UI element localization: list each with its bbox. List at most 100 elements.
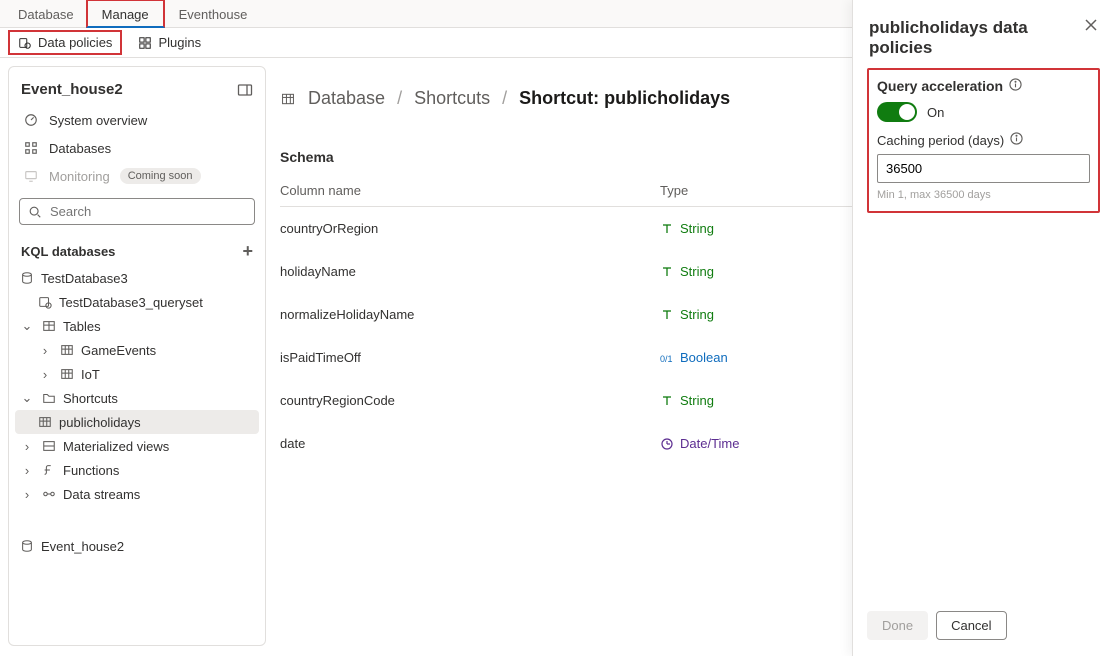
sidebar-item-label: Monitoring bbox=[49, 169, 110, 184]
tree-node-eventhouse[interactable]: Event_house2 bbox=[15, 534, 259, 558]
cancel-button[interactable]: Cancel bbox=[936, 611, 1006, 640]
tree-node-label: Data streams bbox=[63, 487, 140, 502]
type-label: String bbox=[680, 393, 714, 408]
queryset-icon bbox=[37, 294, 53, 310]
matview-icon bbox=[41, 438, 57, 454]
toggle-state-label: On bbox=[927, 105, 944, 120]
schema-column-name: countryOrRegion bbox=[280, 221, 660, 236]
chevron-down-icon: ⌄ bbox=[19, 318, 35, 334]
databases-icon bbox=[23, 140, 39, 156]
schema-column-name: countryRegionCode bbox=[280, 393, 660, 408]
query-acceleration-label: Query acceleration bbox=[877, 78, 1003, 94]
panel-title: publicholidays data policies bbox=[869, 18, 1084, 58]
tree-node-datastreams[interactable]: › Data streams bbox=[15, 482, 259, 506]
tree-node-label: Shortcuts bbox=[63, 391, 118, 406]
schema-column-name: holidayName bbox=[280, 264, 660, 279]
sidebar-item-monitoring: Monitoring Coming soon bbox=[15, 162, 259, 190]
type-label: Date/Time bbox=[680, 436, 739, 451]
sidebar-item-databases[interactable]: Databases bbox=[15, 134, 259, 162]
search-icon bbox=[28, 205, 42, 219]
type-label: String bbox=[680, 264, 714, 279]
tree-node-label: TestDatabase3 bbox=[41, 271, 128, 286]
sidebar-title: Event_house2 bbox=[21, 81, 123, 98]
tab-manage[interactable]: Manage bbox=[86, 0, 165, 28]
plugins-icon bbox=[138, 36, 152, 50]
datastream-icon bbox=[41, 486, 57, 502]
tab-eventhouse[interactable]: Eventhouse bbox=[165, 1, 262, 26]
schema-column-type: String bbox=[660, 221, 714, 236]
plugins-button[interactable]: Plugins bbox=[130, 32, 209, 53]
chevron-right-icon: › bbox=[19, 463, 35, 478]
kql-databases-heading: KQL databases bbox=[21, 244, 115, 259]
search-input[interactable] bbox=[19, 198, 255, 225]
text-type-icon bbox=[660, 222, 674, 236]
type-label: String bbox=[680, 307, 714, 322]
add-database-button[interactable]: + bbox=[242, 241, 253, 262]
schema-column-type: String bbox=[660, 264, 714, 279]
monitoring-icon bbox=[23, 168, 39, 184]
tree-node-label: Functions bbox=[63, 463, 119, 478]
data-policies-button[interactable]: Data policies bbox=[8, 30, 122, 55]
tree-node-publicholidays[interactable]: publicholidays bbox=[15, 410, 259, 434]
eventhouse-icon bbox=[19, 538, 35, 554]
text-type-icon bbox=[660, 394, 674, 408]
type-label: String bbox=[680, 221, 714, 236]
breadcrumb-separator: / bbox=[502, 88, 507, 109]
search-field[interactable] bbox=[48, 203, 246, 220]
data-policies-label: Data policies bbox=[38, 35, 112, 50]
tree-node-gameevents[interactable]: › GameEvents bbox=[15, 338, 259, 362]
table-icon bbox=[59, 366, 75, 382]
schema-column-name: date bbox=[280, 436, 660, 451]
shortcut-folder-icon bbox=[41, 390, 57, 406]
breadcrumb-shortcuts[interactable]: Shortcuts bbox=[414, 88, 490, 109]
shortcut-table-icon bbox=[37, 414, 53, 430]
sidebar-item-label: Databases bbox=[49, 141, 111, 156]
tab-database[interactable]: Database bbox=[4, 1, 88, 26]
data-policies-panel: publicholidays data policies Query accel… bbox=[852, 0, 1114, 656]
breadcrumb-database[interactable]: Database bbox=[308, 88, 385, 109]
data-policies-icon bbox=[18, 36, 32, 50]
tree-node-database[interactable]: TestDatabase3 bbox=[15, 266, 259, 290]
close-icon[interactable] bbox=[1084, 18, 1098, 35]
breadcrumb-separator: / bbox=[397, 88, 402, 109]
caching-period-hint: Min 1, max 36500 days bbox=[877, 189, 1090, 201]
boolean-type-icon: 0/1 bbox=[660, 351, 674, 365]
type-label: Boolean bbox=[680, 350, 728, 365]
tree-node-shortcuts[interactable]: ⌄ Shortcuts bbox=[15, 386, 259, 410]
tree-node-label: Materialized views bbox=[63, 439, 169, 454]
tree-node-label: IoT bbox=[81, 367, 100, 382]
caching-period-label: Caching period (days) bbox=[877, 133, 1004, 148]
tree-node-label: Event_house2 bbox=[41, 539, 124, 554]
schema-column-type: String bbox=[660, 307, 714, 322]
svg-text:0/1: 0/1 bbox=[660, 354, 673, 364]
plugins-label: Plugins bbox=[158, 35, 201, 50]
tree-node-label: Tables bbox=[63, 319, 101, 334]
schema-column-type: 0/1 Boolean bbox=[660, 350, 728, 365]
sidebar-item-system-overview[interactable]: System overview bbox=[15, 106, 259, 134]
tree-node-iot[interactable]: › IoT bbox=[15, 362, 259, 386]
tree-node-label: publicholidays bbox=[59, 415, 141, 430]
text-type-icon bbox=[660, 308, 674, 322]
tables-icon bbox=[41, 318, 57, 334]
info-icon[interactable] bbox=[1009, 78, 1022, 94]
coming-soon-badge: Coming soon bbox=[120, 168, 201, 184]
table-icon bbox=[280, 91, 296, 107]
function-icon bbox=[41, 462, 57, 478]
tree-node-label: TestDatabase3_queryset bbox=[59, 295, 203, 310]
sidebar-item-label: System overview bbox=[49, 113, 147, 128]
chevron-right-icon: › bbox=[37, 367, 53, 382]
tree-node-tables[interactable]: ⌄ Tables bbox=[15, 314, 259, 338]
schema-column-name: normalizeHolidayName bbox=[280, 307, 660, 322]
schema-column-type: Date/Time bbox=[660, 436, 739, 451]
tree-node-queryset[interactable]: TestDatabase3_queryset bbox=[15, 290, 259, 314]
column-header-type: Type bbox=[660, 183, 688, 198]
query-acceleration-toggle[interactable] bbox=[877, 102, 917, 122]
tree-node-matviews[interactable]: › Materialized views bbox=[15, 434, 259, 458]
column-header-name: Column name bbox=[280, 183, 660, 198]
gauge-icon bbox=[23, 112, 39, 128]
expand-icon[interactable] bbox=[237, 82, 253, 98]
tree-node-functions[interactable]: › Functions bbox=[15, 458, 259, 482]
caching-period-input[interactable] bbox=[877, 154, 1090, 183]
info-icon[interactable] bbox=[1010, 132, 1023, 148]
schema-column-type: String bbox=[660, 393, 714, 408]
